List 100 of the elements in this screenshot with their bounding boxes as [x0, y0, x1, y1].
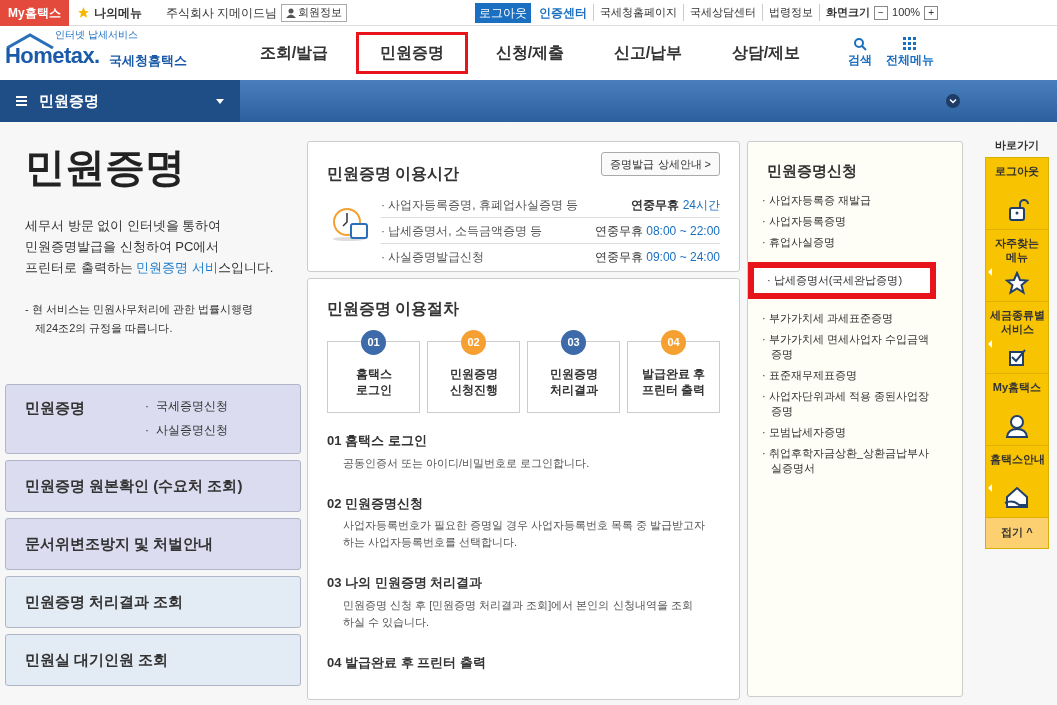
hours-item: · 사업자등록증명, 휴폐업사실증명 등	[381, 196, 579, 214]
search-icon	[853, 37, 867, 51]
logout-button[interactable]: 로그아웃	[475, 2, 531, 23]
hours-item: · 납세증명서, 소득금액증명 등	[381, 222, 543, 240]
chevron-down-icon	[946, 94, 960, 108]
person-icon	[286, 7, 296, 18]
step-description: 민원증명 신청 후 [민원증명 처리결과 조회]에서 본인의 신청내역을 조회 하실 수 있습니다.	[343, 597, 694, 630]
step-heading: 03 나의 민원증명 처리결과	[327, 574, 484, 592]
collapse-button[interactable]: 접기 ^	[986, 517, 1048, 548]
section-title: 민원증명신청	[767, 161, 858, 181]
legal-note: - 현 서비스는 민원사무처리에 관한 법률시행령 제24조2의 규정을 따릅니다.	[25, 302, 254, 336]
section-title: 민원증명 이용시간	[327, 164, 460, 184]
grid-icon	[903, 37, 917, 51]
side-menu-label: 민원증명	[25, 398, 86, 418]
house-icon	[1003, 484, 1031, 511]
quick-label: 자주찾는 메뉴	[995, 235, 1039, 264]
arrow-left-icon	[988, 339, 992, 348]
quick-link[interactable]: 홈택스안내	[986, 445, 1048, 518]
my-hometax-tab[interactable]: My홈택스	[0, 0, 69, 26]
apply-link[interactable]: · 사업자단위과세 적용 종된사업장 증명	[762, 388, 954, 419]
logo-tagline: 인터넷 납세서비스	[55, 29, 138, 41]
quick-title: 바로가기	[995, 138, 1039, 153]
section-title: 민원증명 이용절차	[327, 299, 461, 319]
step-label: 민원증명 처리결과	[549, 366, 598, 398]
my-menu-link[interactable]: 나의메뉴	[76, 3, 142, 22]
quick-label: 로그아웃	[995, 163, 1039, 178]
arrow-left-icon	[988, 483, 992, 492]
side-menu-label: 민원실 대기인원 조회	[25, 649, 169, 670]
step-label: 발급완료 후 프린터 출력	[641, 366, 706, 398]
search-button[interactable]: 검색	[848, 37, 872, 69]
side-submenu-link[interactable]: · 사실증명신청	[145, 421, 228, 439]
hours-item: · 사실증명발급신청	[381, 249, 485, 266]
step-description: 공동인증서 또는 아이디/비밀번호로 로그인합니다.	[343, 455, 591, 471]
nav-tab[interactable]: 민원증명	[356, 32, 468, 74]
menu-icon	[16, 96, 27, 106]
quick-label: 홈택스안내	[989, 451, 1045, 466]
apply-link[interactable]: · 납세증명서(국세완납증명)	[748, 261, 936, 299]
user-name: 주식회사 지메이드님	[165, 4, 277, 22]
star-icon	[1005, 270, 1029, 295]
star-icon	[76, 6, 90, 19]
step-label: 민원증명 신청진행	[449, 366, 498, 398]
roof-icon	[5, 33, 55, 49]
person-icon	[1004, 412, 1030, 439]
side-menu-label: 문서위변조방지 및 처벌안내	[25, 533, 214, 554]
member-info-button[interactable]: 회원정보	[281, 3, 347, 22]
arrow-left-icon	[988, 267, 992, 276]
step-description: 사업자등록번호가 필요한 증명일 경우 사업자등록번호 목록 중 발급받고자 하는 사업자등록번호를 선택합니다.	[343, 518, 707, 550]
side-menu-item[interactable]: 민원증명 처리결과 조회	[5, 576, 301, 628]
side-menu-item[interactable]: 민원증명 · 국세증명신청 · 사실증명신청	[5, 384, 301, 454]
side-menu-item[interactable]: 민원실 대기인원 조회	[5, 634, 301, 686]
step-number: 03	[561, 330, 586, 355]
quick-link[interactable]: My홈택스	[986, 373, 1048, 446]
quick-link[interactable]: 세금종류별 서비스	[986, 301, 1048, 374]
nav-tab[interactable]: 상담/제보	[710, 32, 822, 74]
quick-label: My홈택스	[992, 379, 1042, 394]
detail-guide-button[interactable]: 증명발급 상세안내 >	[601, 152, 720, 176]
apply-link[interactable]: · 사업자등록증 재발급	[762, 192, 954, 208]
apply-link[interactable]: · 부가가치세 면세사업자 수입금액 증명	[762, 331, 954, 362]
side-submenu-link[interactable]: · 국세증명신청	[145, 397, 228, 415]
breadcrumb-label: 민원증명	[39, 90, 99, 111]
logo-title: 국세청홈택스	[109, 52, 187, 70]
screen-size-label: 화면크기	[819, 4, 870, 21]
apply-link[interactable]: · 표준재무제표증명	[762, 367, 954, 383]
page-title: 민원증명	[25, 147, 186, 187]
quick-label: 세금종류별 서비스	[989, 307, 1045, 336]
apply-link[interactable]: · 부가가치세 과세표준증명	[762, 310, 954, 326]
nav-tab[interactable]: 조회/발급	[238, 32, 350, 74]
side-menu-label: 민원증명 처리결과 조회	[25, 591, 184, 612]
top-link[interactable]: 국세상담센터	[683, 4, 756, 21]
side-menu-item[interactable]: 문서위변조방지 및 처벌안내	[5, 518, 301, 570]
cert-center-link[interactable]: 인증센터	[539, 3, 587, 22]
breadcrumb-menu[interactable]: 민원증명	[0, 80, 240, 122]
quick-link[interactable]: 자주찾는 메뉴	[986, 229, 1048, 302]
apply-link[interactable]: · 취업후학자금상환_상환금납부사 실증명서	[762, 445, 954, 476]
hours-value: 연중무휴 24시간	[631, 196, 720, 214]
side-menu-item[interactable]: 민원증명 원본확인 (수요처 조회)	[5, 460, 301, 512]
quick-link[interactable]: 로그아웃	[986, 157, 1048, 230]
top-link[interactable]: 국세청홈페이지	[593, 4, 677, 21]
clock-calendar-icon	[331, 206, 369, 242]
nav-tab[interactable]: 신고/납부	[592, 32, 704, 74]
all-menu-button[interactable]: 전체메뉴	[886, 37, 934, 69]
top-link[interactable]: 법령정보	[762, 4, 813, 21]
apply-link[interactable]: · 사업자등록증명	[762, 213, 954, 229]
hours-value: 연중무휴 09:00 ~ 24:00	[594, 249, 720, 266]
logo-wordmark: Hometax.	[5, 45, 100, 67]
caret-icon	[216, 98, 224, 104]
step-number: 04	[661, 330, 686, 355]
zoom-out-button[interactable]: −	[874, 5, 888, 20]
zoom-level: 100%	[892, 5, 921, 21]
intro-text: 세무서 방문 없이 인터넷을 통하여 민원증명발급을 신청하여 PC에서 프린터로 출력하는 민원증명 서비스입니다.	[25, 217, 275, 277]
hours-value: 연중무휴 08:00 ~ 22:00	[594, 222, 720, 240]
apply-link[interactable]: · 휴업사실증명	[762, 234, 954, 250]
side-menu-label: 민원증명 원본확인 (수요처 조회)	[25, 475, 243, 496]
nav-tab[interactable]: 신청/제출	[474, 32, 586, 74]
step-label: 홈택스 로그인	[355, 366, 392, 398]
step-heading: 04 발급완료 후 프린터 출력	[327, 653, 487, 672]
step-heading: 01 홈택스 로그인	[327, 432, 428, 450]
zoom-in-button[interactable]: +	[924, 5, 939, 20]
apply-link[interactable]: · 모범납세자증명	[762, 424, 954, 440]
step-number: 01	[361, 330, 386, 355]
